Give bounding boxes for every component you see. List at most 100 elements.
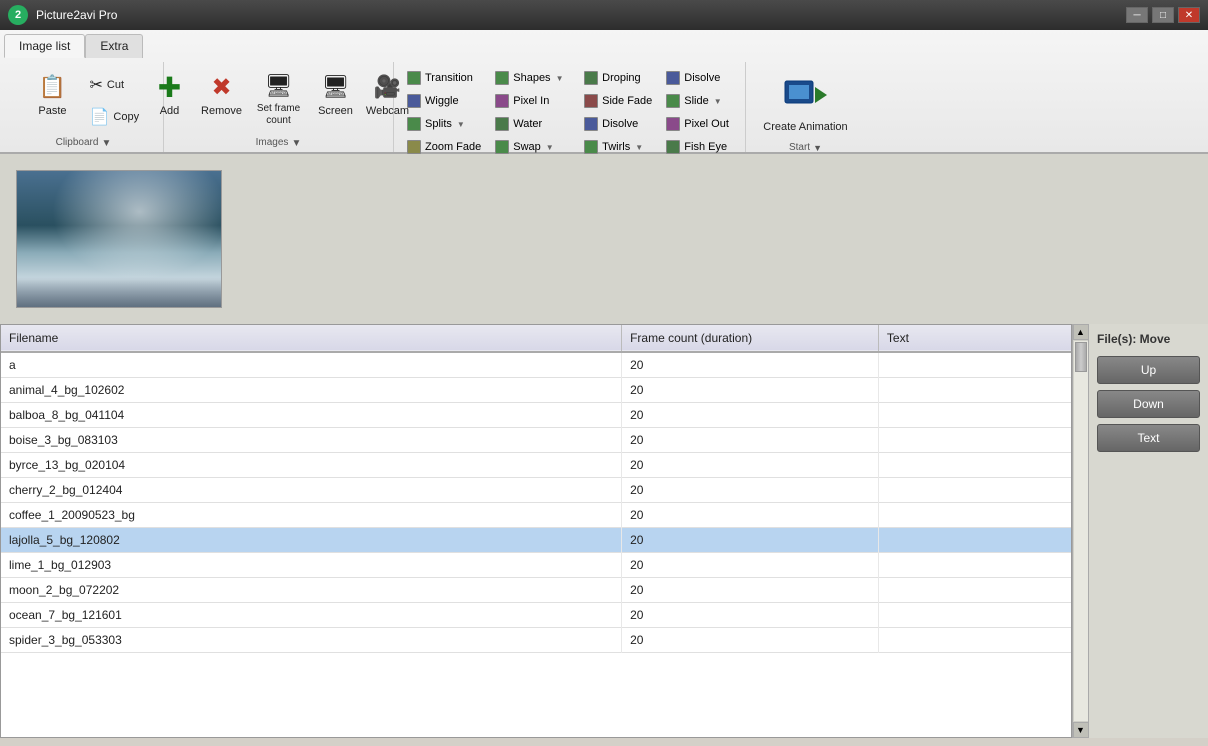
table-row[interactable]: coffee_1_20090523_bg20 bbox=[1, 503, 1071, 528]
images-group: ✚ Add ✖ Remove 🖥 Set frame count 🖥 Scree… bbox=[164, 62, 394, 152]
transition-item[interactable]: Side Fade bbox=[577, 90, 658, 112]
set-frame-count-label: Set frame count bbox=[252, 103, 306, 127]
create-animation-button[interactable]: Create Animation bbox=[754, 66, 856, 138]
transition-item[interactable]: Disolve bbox=[659, 67, 739, 89]
text-cell bbox=[878, 403, 1071, 428]
table-row[interactable]: balboa_8_bg_04110420 bbox=[1, 403, 1071, 428]
transition-dropdown-icon: ▼ bbox=[556, 74, 564, 83]
transition-item[interactable]: Pixel Out bbox=[659, 113, 739, 135]
transition-dropdown-icon: ▼ bbox=[546, 143, 554, 152]
table-row[interactable]: spider_3_bg_05330320 bbox=[1, 628, 1071, 653]
table-row[interactable]: a20 bbox=[1, 352, 1071, 378]
transition-item-label: Disolve bbox=[684, 72, 720, 84]
scroll-down-arrow[interactable]: ▼ bbox=[1073, 722, 1089, 738]
filename-cell: coffee_1_20090523_bg bbox=[1, 503, 622, 528]
add-button[interactable]: ✚ Add bbox=[145, 66, 195, 130]
screen-button[interactable]: 🖥 Screen bbox=[311, 66, 361, 130]
table-row[interactable]: cherry_2_bg_01240420 bbox=[1, 478, 1071, 503]
ribbon-content: 📋 Paste ✂ Cut 📄 Copy Clipboard bbox=[0, 58, 1208, 152]
transition-item-label: Shapes bbox=[513, 72, 550, 84]
app-title: Picture2avi Pro bbox=[36, 8, 1126, 22]
transition-item[interactable]: Transition bbox=[400, 67, 487, 89]
transition-icon bbox=[665, 70, 681, 86]
images-expand-icon[interactable]: ▼ bbox=[291, 138, 301, 148]
transition-item[interactable]: Splits▼ bbox=[400, 113, 487, 135]
copy-label: Copy bbox=[113, 111, 139, 123]
cut-button[interactable]: ✂ Cut bbox=[85, 70, 145, 100]
scrollbar[interactable]: ▲ ▼ bbox=[1072, 324, 1088, 738]
table-row[interactable]: ocean_7_bg_12160120 bbox=[1, 603, 1071, 628]
set-frame-count-button[interactable]: 🖥 Set frame count bbox=[249, 66, 309, 130]
frame-count-cell: 20 bbox=[622, 503, 879, 528]
transition-icon bbox=[665, 139, 681, 155]
transition-icon bbox=[406, 139, 422, 155]
down-button[interactable]: Down bbox=[1097, 390, 1200, 418]
transition-item[interactable]: Wiggle bbox=[400, 90, 487, 112]
table-row[interactable]: animal_4_bg_10260220 bbox=[1, 378, 1071, 403]
copy-button[interactable]: 📄 Copy bbox=[85, 102, 145, 132]
start-expand-icon[interactable]: ▼ bbox=[813, 143, 822, 153]
transition-dropdown-icon: ▼ bbox=[635, 143, 643, 152]
paste-button[interactable]: 📋 Paste bbox=[23, 66, 83, 130]
images-label: Images ▼ bbox=[164, 137, 393, 148]
scroll-thumb[interactable] bbox=[1075, 342, 1087, 372]
transition-dropdown-icon: ▼ bbox=[457, 120, 465, 129]
text-cell bbox=[878, 453, 1071, 478]
table-row[interactable]: byrce_13_bg_02010420 bbox=[1, 453, 1071, 478]
transition-item[interactable]: Water bbox=[488, 113, 576, 135]
text-button[interactable]: Text bbox=[1097, 424, 1200, 452]
ribbon-tabs: Image list Extra bbox=[0, 30, 1208, 58]
transition-item[interactable]: Pixel In bbox=[488, 90, 576, 112]
maximize-button[interactable]: □ bbox=[1152, 7, 1174, 23]
copy-icon: 📄 bbox=[90, 107, 110, 127]
text-cell bbox=[878, 553, 1071, 578]
transition-item[interactable]: Disolve bbox=[577, 113, 658, 135]
tab-image-list[interactable]: Image list bbox=[4, 34, 85, 58]
transition-item-label: Disolve bbox=[602, 118, 638, 130]
transition-icon bbox=[494, 139, 510, 155]
tab-extra[interactable]: Extra bbox=[85, 34, 143, 58]
cut-label: Cut bbox=[107, 79, 124, 91]
filename-cell: ocean_7_bg_121601 bbox=[1, 603, 622, 628]
table-container: Filename Frame count (duration) Text a20… bbox=[0, 324, 1208, 738]
preview-area bbox=[0, 154, 1208, 324]
text-cell bbox=[878, 478, 1071, 503]
text-cell bbox=[878, 528, 1071, 553]
frame-count-cell: 20 bbox=[622, 478, 879, 503]
create-animation-label: Create Animation bbox=[763, 121, 847, 133]
text-cell bbox=[878, 603, 1071, 628]
table-row[interactable]: lime_1_bg_01290320 bbox=[1, 553, 1071, 578]
transition-icon bbox=[583, 93, 599, 109]
transition-item-label: Water bbox=[513, 118, 542, 130]
filename-column-header[interactable]: Filename bbox=[1, 325, 622, 352]
transition-item-label: Side Fade bbox=[602, 95, 652, 107]
remove-button[interactable]: ✖ Remove bbox=[197, 66, 247, 130]
frame-count-column-header[interactable]: Frame count (duration) bbox=[622, 325, 879, 352]
transition-item[interactable]: Droping bbox=[577, 67, 658, 89]
close-button[interactable]: ✕ bbox=[1178, 7, 1200, 23]
table-row[interactable]: boise_3_bg_08310320 bbox=[1, 428, 1071, 453]
text-column-header[interactable]: Text bbox=[878, 325, 1071, 352]
transition-icon bbox=[494, 116, 510, 132]
transition-icon bbox=[583, 70, 599, 86]
transition-item-label: Swap bbox=[513, 141, 541, 153]
scroll-track[interactable] bbox=[1074, 341, 1088, 721]
transition-dropdown-icon: ▼ bbox=[714, 97, 722, 106]
preview-image bbox=[16, 170, 222, 308]
transition-icon bbox=[665, 93, 681, 109]
filename-cell: animal_4_bg_102602 bbox=[1, 378, 622, 403]
minimize-button[interactable]: ─ bbox=[1126, 7, 1148, 23]
transition-item[interactable]: Shapes ▼ bbox=[488, 67, 576, 89]
transition-item[interactable]: Slide▼ bbox=[659, 90, 739, 112]
text-cell bbox=[878, 503, 1071, 528]
ribbon: Image list Extra 📋 Paste ✂ Cut 📄 bbox=[0, 30, 1208, 154]
up-button[interactable]: Up bbox=[1097, 356, 1200, 384]
webcam-button[interactable]: 🎥 Webcam bbox=[363, 66, 413, 130]
start-label: Start bbox=[789, 142, 810, 153]
table-row[interactable]: lajolla_5_bg_12080220 bbox=[1, 528, 1071, 553]
scroll-up-arrow[interactable]: ▲ bbox=[1073, 324, 1089, 340]
filename-cell: lajolla_5_bg_120802 bbox=[1, 528, 622, 553]
screen-label: Screen bbox=[318, 105, 353, 117]
clipboard-expand-icon[interactable]: ▼ bbox=[101, 138, 111, 148]
table-row[interactable]: moon_2_bg_07220220 bbox=[1, 578, 1071, 603]
